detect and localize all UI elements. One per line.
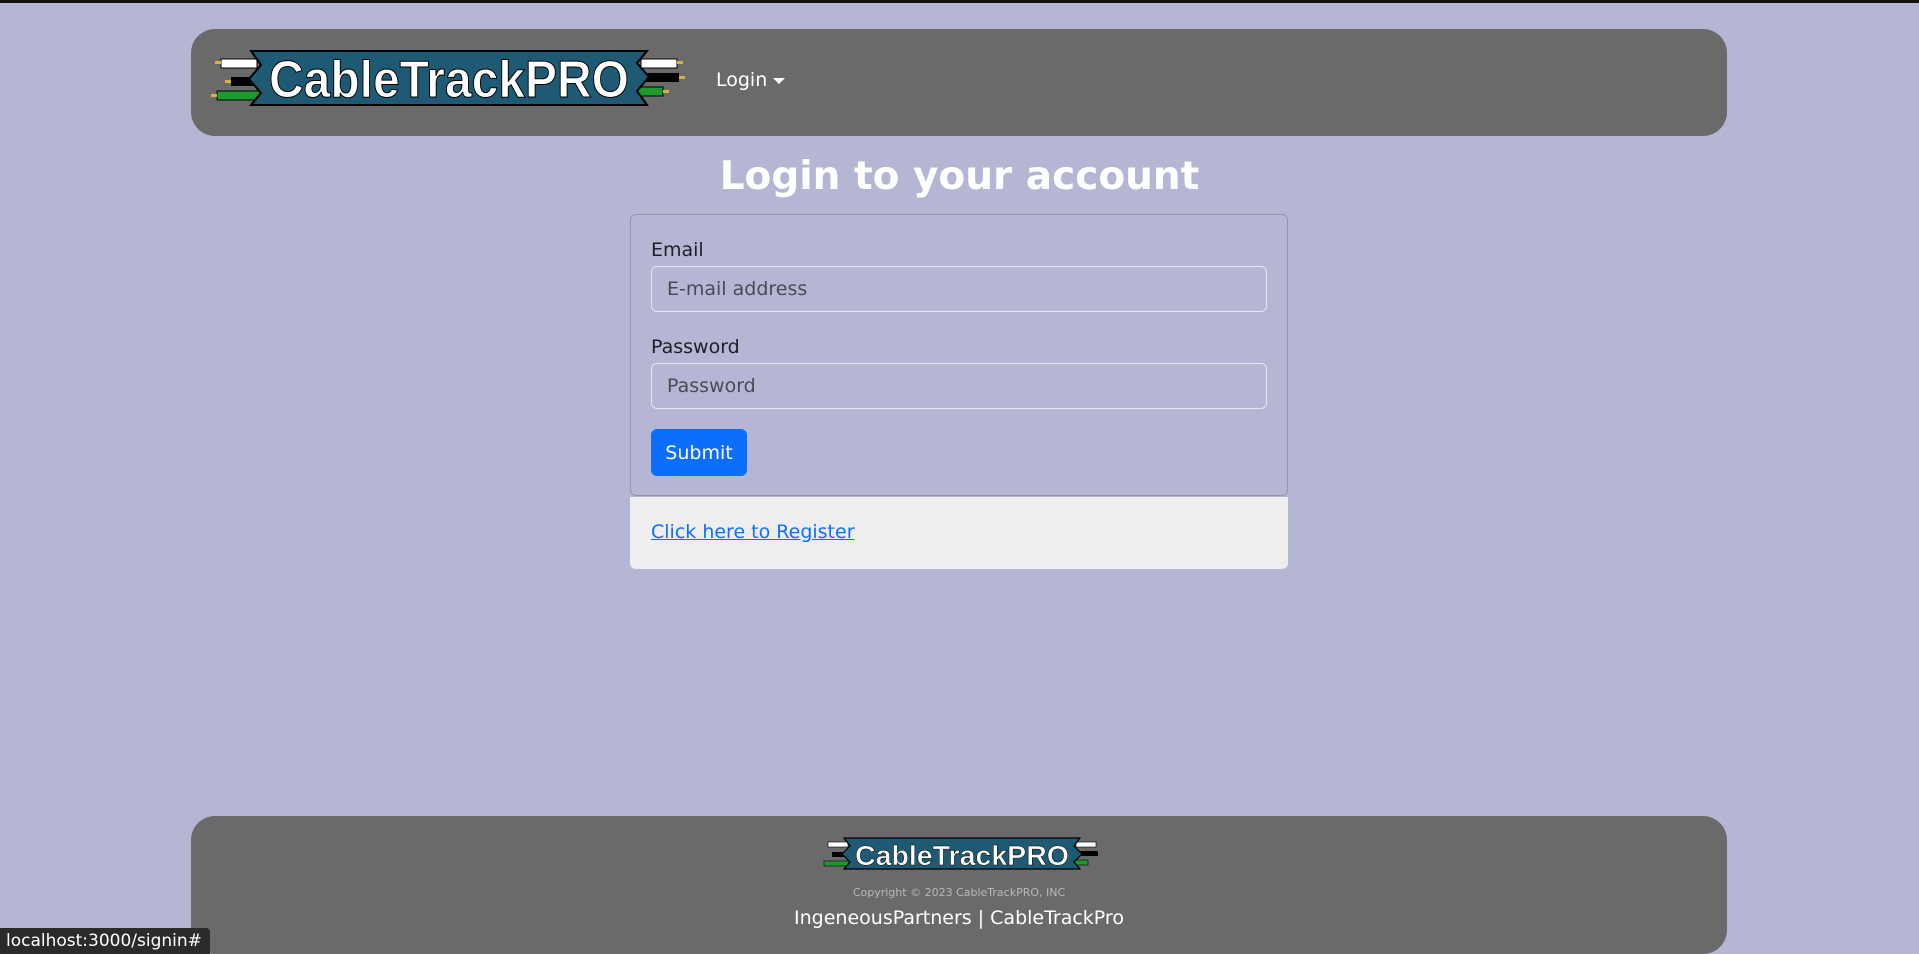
footer: CableTrackPRO Copyright © 2023 CableTrac… [191,816,1727,954]
footer-links[interactable]: IngeneousPartners | CableTrackPro [191,907,1727,929]
login-dropdown[interactable]: Login [716,69,786,91]
login-dropdown-label: Login [716,69,768,91]
register-card-footer: Click here to Register [630,497,1288,569]
password-field[interactable] [651,363,1267,409]
password-label: Password [651,336,740,358]
register-link[interactable]: Click here to Register [651,521,855,543]
copyright-text: Copyright © 2023 CableTrackPRO, INC [852,886,1066,899]
footer-logo[interactable]: CableTrackPRO [818,836,1104,872]
email-label: Email [651,239,704,261]
caret-down-icon [773,78,786,84]
email-field[interactable] [651,266,1267,312]
window-top-border [0,0,1919,3]
page-title: Login to your account [719,154,1200,199]
logo-text: CableTrackPRO [269,51,629,109]
status-bar-url: localhost:3000/signin# [0,928,210,954]
cabletrackpro-logo[interactable]: CableTrackPRO [209,47,689,117]
footer-logo-text: CableTrackPRO [855,840,1069,871]
navbar: CableTrackPRO Login [191,29,1727,136]
submit-button[interactable]: Submit [651,429,747,476]
login-form: Email Password Submit [630,214,1288,496]
